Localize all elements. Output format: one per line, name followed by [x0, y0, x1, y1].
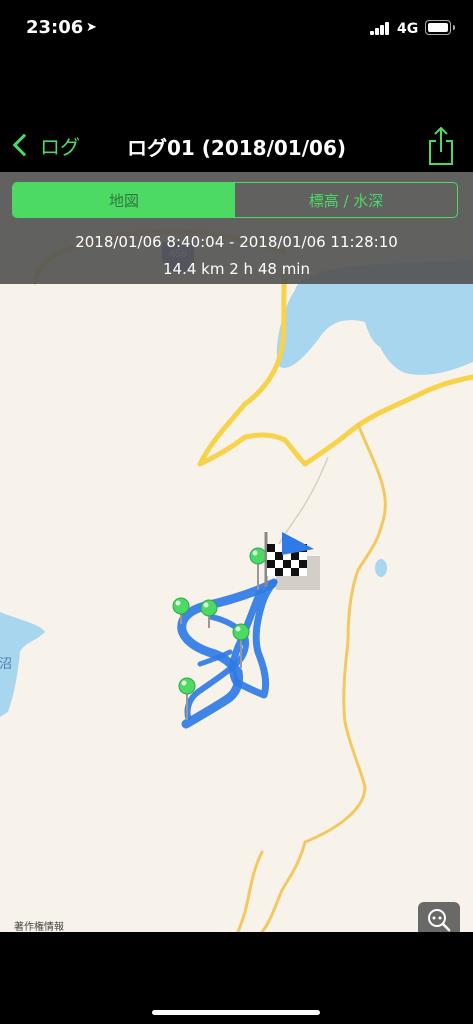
- segment-map[interactable]: 地図: [13, 183, 235, 217]
- gps-track: [177, 578, 278, 729]
- segment-elevation[interactable]: 標高 / 水深: [235, 183, 457, 217]
- battery-icon: [425, 20, 455, 35]
- share-button[interactable]: [425, 126, 457, 166]
- place-label: 沼: [0, 657, 12, 672]
- trip-time-range: 2018/01/06 8:40:04 - 2018/01/06 11:28:10: [75, 233, 398, 251]
- page-title: ログ01 (2018/01/06): [126, 136, 346, 160]
- view-segmented-control: 地図 標高 / 水深: [12, 182, 458, 218]
- home-indicator[interactable]: [152, 1010, 320, 1015]
- attribution-link[interactable]: 著作権情報: [14, 918, 64, 933]
- map-canvas: 459 沼: [0, 228, 473, 932]
- location-arrow-icon: ➤: [86, 20, 97, 35]
- map-view[interactable]: 459 沼: [0, 172, 473, 932]
- signal-icon: [370, 22, 390, 35]
- trip-stats: 14.4 km 2 h 48 min: [163, 260, 310, 278]
- network-type: 4G: [397, 21, 419, 37]
- navigation-bar: ログ ログ01 (2018/01/06): [0, 110, 473, 170]
- status-time: 23:06: [26, 17, 84, 38]
- pin-2: [200, 599, 218, 628]
- minor-road-south: [236, 850, 264, 932]
- status-bar: 23:06 ➤ 4G: [0, 0, 473, 60]
- minor-road-east: [260, 422, 387, 932]
- share-icon: [429, 126, 453, 165]
- trip-info-panel: 地図 標高 / 水深 2018/01/06 8:40:04 - 2018/01/…: [0, 172, 473, 284]
- pond: [375, 559, 387, 577]
